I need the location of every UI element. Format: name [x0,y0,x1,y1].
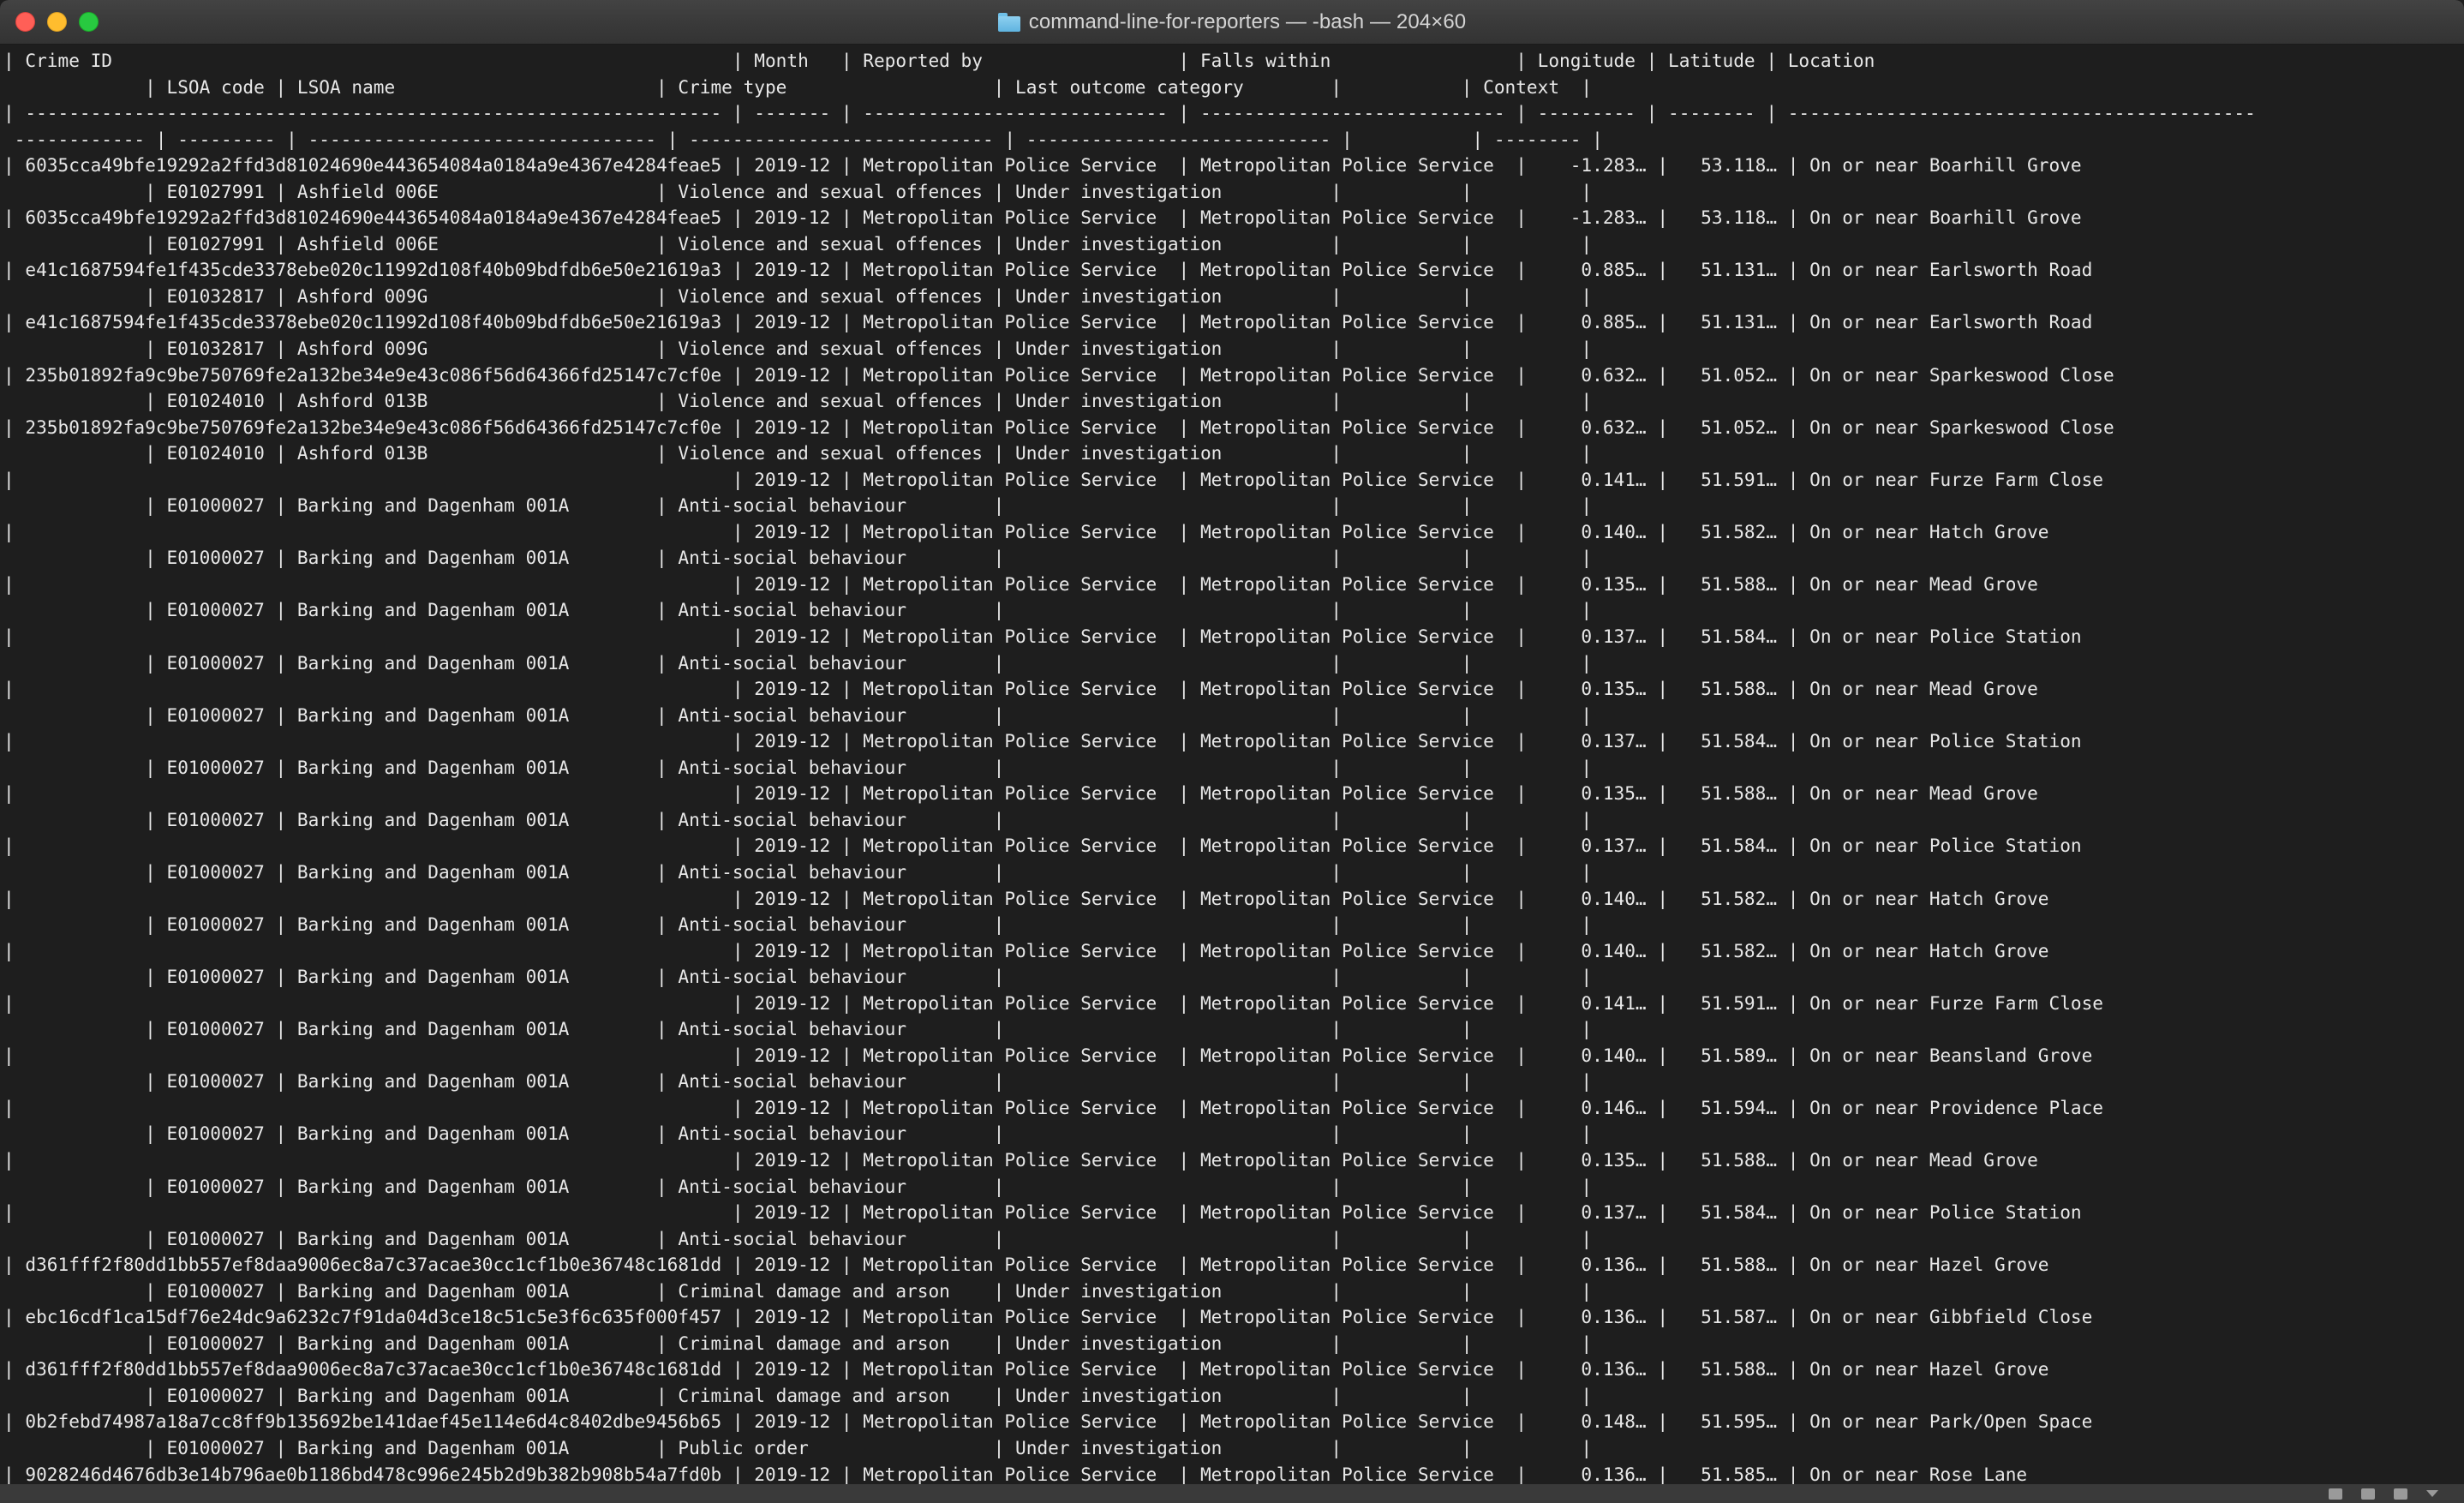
terminal-line: | E01000027 | Barking and Dagenham 001A … [3,1069,2464,1095]
minimize-button[interactable] [47,12,67,32]
terminal-line: | E01000027 | Barking and Dagenham 001A … [3,755,2464,781]
terminal-line: | E01000027 | Barking and Dagenham 001A … [3,1174,2464,1201]
terminal-window[interactable]: command-line-for-reporters — -bash — 204… [0,0,2464,1484]
terminal-line: | E01000027 | Barking and Dagenham 001A … [3,493,2464,519]
terminal-line: | | 2019-12 | Metropolitan Police Servic… [3,572,2464,598]
terminal-line: | | 2019-12 | Metropolitan Police Servic… [3,833,2464,859]
terminal-line: | E01000027 | Barking and Dagenham 001A … [3,1278,2464,1305]
terminal-output-area[interactable]: | Crime ID | Month | Reported by | Falls… [0,45,2464,1484]
terminal-line: | E01032817 | Ashford 009G | Violence an… [3,336,2464,362]
terminal-line: | | 2019-12 | Metropolitan Police Servic… [3,624,2464,650]
terminal-line: | | 2019-12 | Metropolitan Police Servic… [3,728,2464,755]
terminal-line: | e41c1687594fe1f435cde3378ebe020c11992d… [3,309,2464,336]
terminal-line: | e41c1687594fe1f435cde3378ebe020c11992d… [3,257,2464,284]
terminal-line: | LSOA code | LSOA name | Crime type | L… [3,75,2464,101]
terminal-line: | E01000027 | Barking and Dagenham 001A … [3,859,2464,886]
window-icon[interactable] [2361,1488,2375,1500]
desktop-dock[interactable] [0,1484,2464,1503]
window-icon[interactable] [2394,1488,2407,1500]
maximize-button[interactable] [79,12,99,32]
terminal-line: | E01024010 | Ashford 013B | Violence an… [3,440,2464,467]
chevron-down-icon[interactable] [2426,1490,2438,1497]
terminal-line: | E01000027 | Barking and Dagenham 001A … [3,545,2464,572]
terminal-line: | --------------------------------------… [3,100,2464,127]
terminal-line: | | 2019-12 | Metropolitan Police Servic… [3,1095,2464,1122]
terminal-line: | E01027991 | Ashfield 006E | Violence a… [3,179,2464,206]
terminal-line: | ebc16cdf1ca15df76e24dc9a6232c7f91da04d… [3,1304,2464,1331]
terminal-line: | E01000027 | Barking and Dagenham 001A … [3,807,2464,834]
terminal-line: | | 2019-12 | Metropolitan Police Servic… [3,1043,2464,1069]
terminal-line: | E01000027 | Barking and Dagenham 001A … [3,597,2464,624]
terminal-line: | 9028246d4676db3e14b796ae0b1186bd478c99… [3,1462,2464,1484]
terminal-line: | | 2019-12 | Metropolitan Police Servic… [3,991,2464,1017]
terminal-line: | E01000027 | Barking and Dagenham 001A … [3,650,2464,677]
terminal-line: | E01000027 | Barking and Dagenham 001A … [3,964,2464,991]
terminal-line: | | 2019-12 | Metropolitan Police Servic… [3,886,2464,913]
terminal-line: | E01000027 | Barking and Dagenham 001A … [3,1016,2464,1043]
terminal-line: | | 2019-12 | Metropolitan Police Servic… [3,676,2464,703]
terminal-line: | 235b01892fa9c9be750769fe2a132be34e9e43… [3,415,2464,441]
terminal-line: | E01000027 | Barking and Dagenham 001A … [3,1226,2464,1253]
terminal-line: | | 2019-12 | Metropolitan Police Servic… [3,938,2464,965]
terminal-line: | | 2019-12 | Metropolitan Police Servic… [3,781,2464,807]
window-icon[interactable] [2329,1488,2342,1500]
terminal-line: | d361fff2f80dd1bb557ef8daa9006ec8a7c37a… [3,1356,2464,1383]
window-title: command-line-for-reporters — -bash — 204… [1029,10,1467,34]
terminal-line: | | 2019-12 | Metropolitan Police Servic… [3,519,2464,546]
terminal-line: | d361fff2f80dd1bb557ef8daa9006ec8a7c37a… [3,1252,2464,1278]
window-titlebar[interactable]: command-line-for-reporters — -bash — 204… [0,0,2464,45]
traffic-light-group[interactable] [15,12,99,32]
terminal-text: | Crime ID | Month | Reported by | Falls… [0,48,2464,1484]
terminal-line: | Crime ID | Month | Reported by | Falls… [3,48,2464,75]
terminal-line: | | 2019-12 | Metropolitan Police Servic… [3,467,2464,494]
terminal-line: | E01000027 | Barking and Dagenham 001A … [3,703,2464,729]
terminal-line: | E01000027 | Barking and Dagenham 001A … [3,1331,2464,1357]
terminal-line: | 6035cca49bfe19292a2ffd3d81024690e44365… [3,205,2464,231]
terminal-line: | E01024010 | Ashford 013B | Violence an… [3,388,2464,415]
terminal-line: | E01027991 | Ashfield 006E | Violence a… [3,231,2464,258]
terminal-line: | E01000027 | Barking and Dagenham 001A … [3,1435,2464,1462]
terminal-line: | E01000027 | Barking and Dagenham 001A … [3,1383,2464,1410]
folder-icon [998,13,1020,32]
terminal-line: | | 2019-12 | Metropolitan Police Servic… [3,1200,2464,1226]
terminal-line: | E01000027 | Barking and Dagenham 001A … [3,1121,2464,1147]
terminal-line: | 6035cca49bfe19292a2ffd3d81024690e44365… [3,153,2464,179]
terminal-line: | 235b01892fa9c9be750769fe2a132be34e9e43… [3,362,2464,389]
terminal-line: | E01032817 | Ashford 009G | Violence an… [3,284,2464,310]
window-title-group: command-line-for-reporters — -bash — 204… [0,10,2464,34]
terminal-line: | E01000027 | Barking and Dagenham 001A … [3,912,2464,938]
terminal-line: | | 2019-12 | Metropolitan Police Servic… [3,1147,2464,1174]
dock-icon-group[interactable] [2329,1488,2438,1500]
terminal-line: | 0b2febd74987a18a7cc8ff9b135692be141dae… [3,1409,2464,1435]
terminal-line: ------------ | --------- | -------------… [3,127,2464,153]
close-button[interactable] [15,12,35,32]
